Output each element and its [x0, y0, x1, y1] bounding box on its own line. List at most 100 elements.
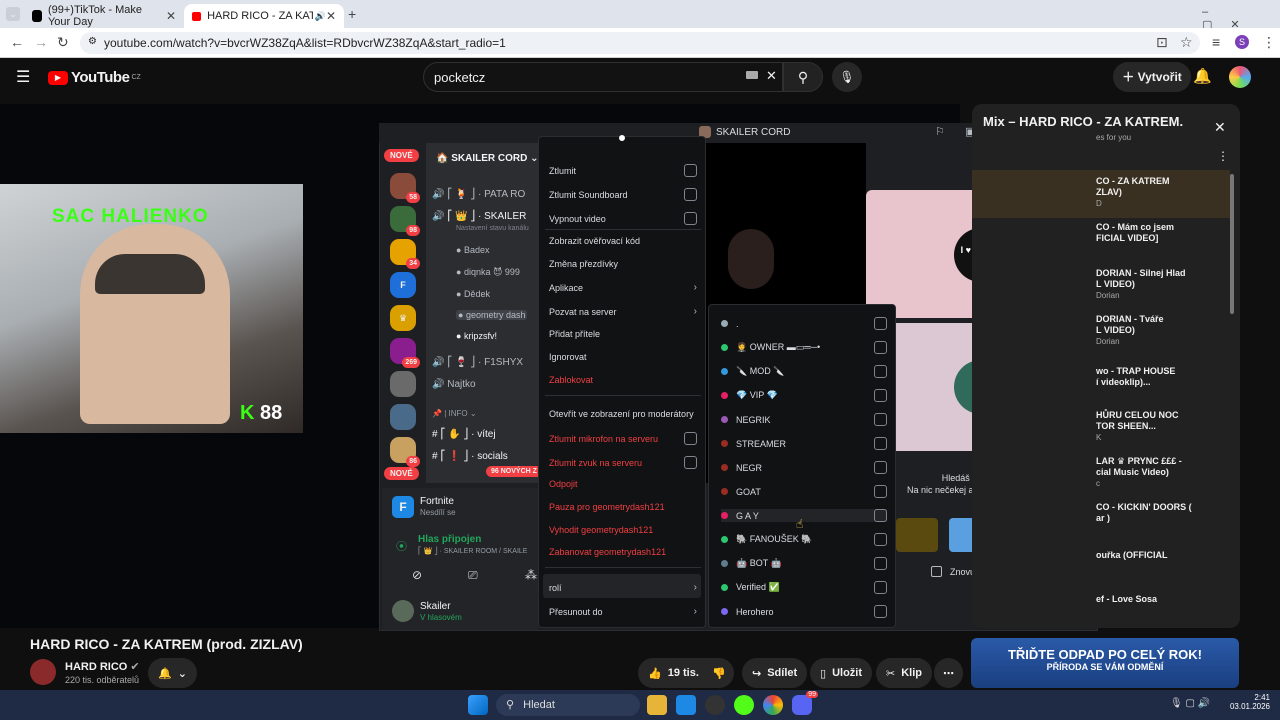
tab-list-chevron-icon[interactable]: ⌄ [6, 7, 20, 21]
new-messages-badge[interactable]: 96 NOVÝCH Z [486, 466, 542, 477]
role-checkbox[interactable] [874, 509, 887, 522]
menu-item-ban[interactable]: Zabanovat geometrydash121 [549, 547, 697, 557]
server-icon-1[interactable]: 58 [390, 173, 420, 203]
checkbox[interactable] [684, 164, 697, 177]
playlist-item[interactable]: HŮRU CELOU NOC TOR SHEEN... K [1096, 410, 1179, 443]
role-checkbox[interactable] [874, 485, 887, 498]
server-icon-8[interactable] [390, 404, 416, 430]
playlist-item[interactable]: ef - Love Sosa [1096, 594, 1157, 605]
role-item[interactable]: NEGRIK [721, 413, 887, 426]
voice-user[interactable]: ● diqnka 😈 999 [456, 267, 520, 278]
save-button[interactable]: ▯ Uložit [810, 658, 873, 688]
checkbox[interactable] [684, 432, 697, 445]
voice-status[interactable]: Hlas připojen [418, 534, 481, 545]
role-item[interactable]: Herohero [721, 605, 887, 618]
obs-icon[interactable] [705, 695, 725, 715]
playlist-item[interactable]: wo - TRAP HOUSE í videoklip)... [1096, 366, 1175, 388]
discord-taskbar-icon[interactable]: 99 [792, 691, 818, 715]
menu-item-server-mute[interactable]: Ztlumit mikrofon na serveru [549, 432, 697, 445]
site-info-icon[interactable]: ⚙ [88, 36, 97, 47]
role-checkbox[interactable] [874, 605, 887, 618]
more-actions-button[interactable]: ⋯ [934, 658, 963, 688]
participant-avatar[interactable] [728, 229, 774, 289]
menu-item-server-deafen[interactable]: Ztlumit zvuk na serveru [549, 456, 697, 469]
role-item[interactable]: G A Y [721, 509, 887, 522]
role-checkbox[interactable] [874, 533, 887, 546]
server-icon-fortnite[interactable]: F [390, 272, 416, 298]
menu-item-move-to[interactable]: Přesunout do › [549, 606, 697, 617]
menu-item-disconnect[interactable]: Odpojit [549, 479, 697, 489]
clip-button[interactable]: ✂ Klip [876, 658, 932, 688]
voice-channel[interactable]: 🔊 ⎡ 🍷 ⎦ · F1SHYX [432, 357, 523, 368]
playlist-item[interactable]: ouřka (OFFICIAL [1096, 550, 1168, 561]
keyboard-icon[interactable] [746, 71, 758, 79]
server-name-header[interactable]: 🏠 SKAILER CORD ⌄ [436, 153, 539, 164]
channel-avatar[interactable] [30, 659, 56, 685]
role-item[interactable]: 🔪 MOD 🔪 [721, 365, 887, 378]
dislike-button[interactable]: 👎 [704, 658, 734, 688]
install-icon[interactable]: ⊡ [1156, 34, 1168, 51]
role-checkbox[interactable] [874, 437, 887, 450]
menu-item-apps[interactable]: Aplikace › [549, 282, 697, 293]
server-icon-3[interactable]: 34 [390, 239, 420, 269]
tray-icons[interactable]: 🎙 ▢ 🔊 [1170, 698, 1210, 709]
search-input[interactable]: pocketcz ✕ [423, 62, 783, 92]
close-icon[interactable]: ✕ [166, 9, 176, 23]
inbox-icon[interactable]: ⚐ [935, 125, 945, 138]
playlist-item[interactable]: CO - ZA KATREM ZLAV) D [1096, 176, 1170, 209]
checkbox[interactable] [684, 456, 697, 469]
profile-avatar[interactable]: S [1235, 35, 1249, 49]
voice-user[interactable]: ● Badex [456, 245, 489, 255]
notifications-bell-icon[interactable]: 🔔 [1193, 67, 1212, 85]
role-item[interactable]: STREAMER [721, 437, 887, 450]
fortnite-taskbar-icon[interactable] [676, 695, 696, 715]
voice-user[interactable]: ● kripzsfv! [456, 331, 497, 341]
clear-search-icon[interactable]: ✕ [766, 68, 777, 84]
scrollbar[interactable] [1230, 174, 1234, 314]
role-checkbox[interactable] [874, 389, 887, 402]
close-icon[interactable]: ✕ [1214, 119, 1226, 136]
account-avatar[interactable] [1229, 66, 1251, 88]
activity-card-1[interactable] [896, 518, 938, 552]
menu-item-change-nickname[interactable]: Změna přezdívky [549, 259, 697, 269]
forward-icon[interactable]: → [34, 34, 48, 50]
like-button[interactable]: 👍 19 tis. [638, 658, 709, 688]
user-avatar[interactable] [392, 600, 414, 622]
voice-user-selected[interactable]: ● geometry dash [456, 310, 528, 320]
bookmark-star-icon[interactable]: ☆ [1180, 34, 1193, 51]
role-item[interactable]: . [721, 317, 887, 330]
back-icon[interactable]: ← [10, 34, 24, 50]
camera-off-icon[interactable]: ⊘ [412, 568, 422, 582]
playlist-item[interactable]: CO - KICKIN' DOORS (ar ) [1096, 502, 1192, 524]
text-channel[interactable]: # ⎡ ❗ ⎦ · socials [432, 451, 508, 462]
screenshare-icon[interactable]: ⎚ [468, 568, 478, 583]
chrome-icon[interactable] [763, 695, 783, 715]
checkbox[interactable] [684, 188, 697, 201]
reload-icon[interactable]: ↻ [57, 34, 69, 51]
playlist-item[interactable]: DORIAN - Silnej Hlad L VIDEO) Dorian [1096, 268, 1186, 301]
menu-item-timeout[interactable]: Pauza pro geometrydash121 [549, 502, 697, 512]
role-item[interactable]: Verified ✅ [721, 581, 887, 594]
server-icon-6[interactable]: 269 [390, 338, 420, 368]
channel-name[interactable]: HARD RICO ✔ [65, 660, 140, 673]
share-button[interactable]: ↪ Sdílet [742, 658, 808, 688]
menu-item-add-friend[interactable]: Přidat přítele [549, 329, 697, 339]
role-item[interactable]: 💎 VIP 💎 [721, 389, 887, 402]
activities-icon[interactable]: ⁂ [525, 568, 537, 582]
role-checkbox[interactable] [874, 413, 887, 426]
menu-item-disable-video[interactable]: Vypnout video [549, 212, 697, 225]
create-button[interactable]: ＋ Vytvořit [1113, 62, 1191, 92]
role-checkbox[interactable] [874, 581, 887, 594]
voice-user[interactable]: ● Dědek [456, 289, 490, 299]
text-channel[interactable]: # ⎡ ✋ ⎦ · vítej [432, 429, 496, 440]
close-icon[interactable]: ✕ [326, 9, 336, 23]
youtube-logo[interactable]: ▶ YouTube CZ [48, 69, 141, 86]
windows-start-icon[interactable] [468, 695, 488, 715]
subscribe-bell-button[interactable]: 🔔 ⌄ [148, 658, 197, 688]
tab-youtube[interactable]: HARD RICO - ZA KATREM ( 🔊 ✕ [184, 4, 344, 28]
role-checkbox[interactable] [874, 461, 887, 474]
hamburger-menu-icon[interactable]: ☰ [16, 67, 30, 87]
role-item[interactable]: NEGR [721, 461, 887, 474]
menu-item-ignore[interactable]: Ignorovat [549, 352, 697, 362]
speaker-icon[interactable]: 🔊 [315, 11, 326, 22]
